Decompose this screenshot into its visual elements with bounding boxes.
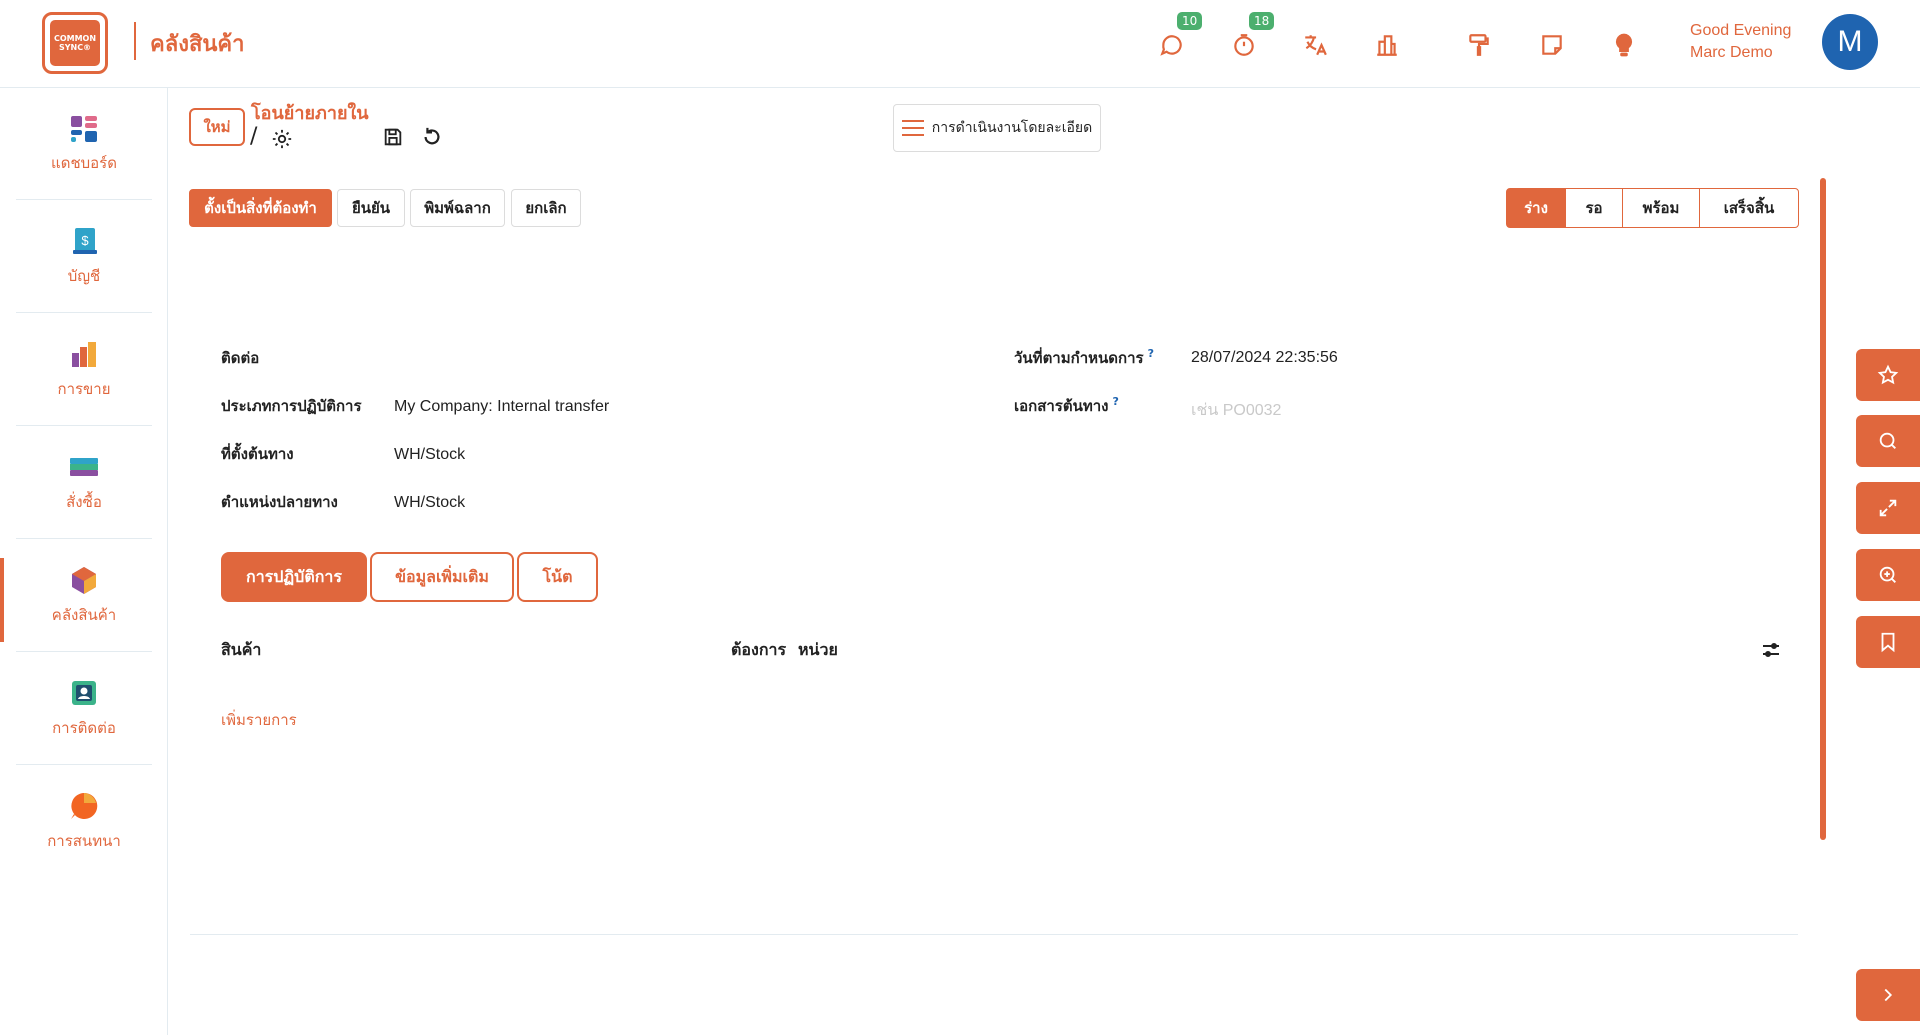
confirm-button[interactable]: ยืนยัน [337,189,405,227]
zoom-button[interactable] [1856,549,1920,601]
search-button[interactable] [1856,415,1920,467]
mark-as-todo-button[interactable]: ตั้งเป็นสิ่งที่ต้องทำ [189,189,332,227]
timer-icon[interactable]: 18 [1227,12,1275,62]
status-done[interactable]: เสร็จสิ้น [1699,188,1799,228]
greeting-block: Good Evening Marc Demo [1690,20,1791,64]
add-line-link[interactable]: เพิ่มรายการ [221,708,297,732]
demand-column-header[interactable]: ต้องการ [731,638,786,663]
vertical-scrollbar[interactable] [1820,178,1826,840]
sidebar-item-label: คลังสินค้า [51,605,117,624]
help-icon[interactable]: ? [1112,395,1118,408]
greeting-text: Good Evening [1690,22,1792,39]
translate-icon[interactable] [1298,28,1332,62]
sidebar-item-discuss[interactable]: การสนทนา [16,766,152,878]
unit-column-header[interactable]: หน่วย [798,638,838,663]
contact-field[interactable] [394,346,934,370]
note-icon[interactable] [1535,28,1569,62]
user-avatar[interactable]: M [1822,14,1878,70]
detailed-operations-button[interactable]: การดำเนินงานโดยละเอียด [893,104,1101,152]
sidebar-item-label: บัญชี [67,266,101,285]
gear-icon[interactable] [271,128,293,150]
destination-location-field[interactable]: WH/Stock [394,494,465,512]
star-icon [1877,364,1899,385]
sidebar-item-inventory[interactable]: คลังสินค้า [16,540,152,652]
sidebar: แดชบอร์ด $ บัญชี การขาย สั่งซื้อ คลังสิน… [0,88,168,1035]
dashboard-icon [71,115,97,142]
sidebar-item-label: สั่งซื้อ [66,492,102,511]
app-title: คลังสินค้า [150,32,245,57]
search-icon [1879,432,1896,449]
source-location-field[interactable]: WH/Stock [394,446,465,464]
contacts-icon [72,680,96,705]
destination-location-label: ตำแหน่งปลายทาง [221,493,338,511]
lightbulb-icon[interactable] [1607,28,1641,62]
chatter-divider [190,934,1798,935]
expand-icon [1879,499,1897,517]
chat-icon[interactable]: 10 [1155,12,1203,62]
expand-button[interactable] [1856,482,1920,534]
sidebar-item-purchase[interactable]: สั่งซื้อ [16,427,152,539]
accounting-icon: $ [73,227,97,254]
sales-icon [72,341,96,367]
sidebar-item-accounting[interactable]: $ บัญชี [16,201,152,313]
logo-divider [134,22,136,60]
column-settings-icon[interactable] [1761,640,1781,660]
source-document-label: เอกสารต้นทาง? [1014,394,1119,418]
inventory-icon [72,566,96,594]
scheduled-date-label-text: วันที่ตามกำหนดการ [1014,349,1144,367]
discuss-icon [71,792,98,819]
save-icon[interactable] [382,126,404,148]
bookmark-button[interactable] [1856,616,1920,668]
menu-icon [901,120,924,136]
logo-text-1: COMMON [53,34,97,43]
contact-label: ติดต่อ [221,349,260,367]
tab-operations[interactable]: การปฏิบัติการ [221,552,367,602]
zoom-in-icon [1879,566,1896,583]
product-column-header[interactable]: สินค้า [221,638,261,663]
discard-icon[interactable] [421,126,443,148]
operation-type-field[interactable]: My Company: Internal transfer [394,398,609,416]
company-logo[interactable]: COMMON SYNC® [42,12,108,74]
sidebar-item-dashboard[interactable]: แดชบอร์ด [16,88,152,200]
status-draft[interactable]: ร่าง [1506,188,1566,228]
svg-text:$: $ [81,233,89,248]
user-name: Marc Demo [1690,44,1773,61]
source-location-label: ที่ตั้งต้นทาง [221,445,294,463]
sidebar-item-label: การขาย [57,379,111,398]
building-icon[interactable] [1370,28,1404,62]
messages-badge: 10 [1177,12,1203,30]
sidebar-item-contacts[interactable]: การติดต่อ [16,653,152,765]
tab-additional-info[interactable]: ข้อมูลเพิ่มเติม [370,552,514,602]
favorite-button[interactable] [1856,349,1920,401]
status-waiting[interactable]: รอ [1565,188,1623,228]
cancel-button[interactable]: ยกเลิก [511,189,581,227]
breadcrumb-title[interactable]: โอนย้ายภายใน [251,98,369,127]
purchase-icon [70,457,98,476]
sidebar-item-label: การติดต่อ [52,718,116,737]
scheduled-date-label: วันที่ตามกำหนดการ? [1014,346,1154,370]
sidebar-item-sales[interactable]: การขาย [16,314,152,426]
scheduled-date-field[interactable]: 28/07/2024 22:35:56 [1191,349,1338,367]
sidebar-active-indicator [0,558,4,642]
new-button[interactable]: ใหม่ [189,108,245,146]
next-button[interactable] [1856,969,1920,1021]
tab-note[interactable]: โน้ต [517,552,598,602]
breadcrumb-separator: / [250,124,258,149]
print-labels-button[interactable]: พิมพ์ฉลาก [410,189,505,227]
source-document-label-text: เอกสารต้นทาง [1014,397,1109,415]
source-document-input[interactable]: เช่น PO0032 [1191,398,1281,423]
paint-roller-icon[interactable] [1462,28,1496,62]
sidebar-item-label: แดชบอร์ด [51,153,117,172]
help-icon[interactable]: ? [1148,347,1154,360]
top-header: COMMON SYNC® คลังสินค้า 10 18 Good Eveni… [0,0,1920,88]
activity-badge: 18 [1249,12,1275,30]
operation-type-label: ประเภทการปฏิบัติการ [221,397,362,415]
bookmark-icon [1881,632,1895,653]
chevron-right-icon [1884,988,1893,1002]
sidebar-item-label: การสนทนา [47,832,121,850]
logo-text-2: SYNC® [58,43,92,52]
detailed-operations-label: การดำเนินงานโดยละเอียด [931,120,1093,136]
status-ready[interactable]: พร้อม [1622,188,1700,228]
